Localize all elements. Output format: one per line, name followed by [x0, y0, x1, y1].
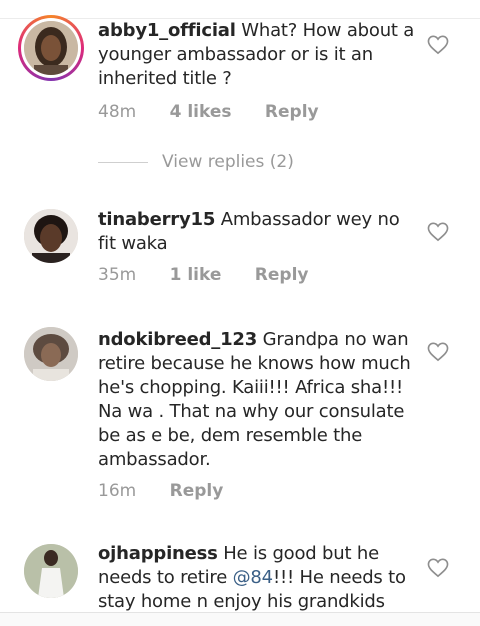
mention-link[interactable]: @84	[233, 567, 274, 588]
avatar-photo	[24, 21, 78, 75]
reply-button[interactable]: Reply	[170, 481, 224, 501]
avatar-story-ring[interactable]	[18, 15, 84, 81]
comment-text: ojhappiness He is good but he needs to r…	[98, 542, 416, 614]
like-button[interactable]	[427, 558, 449, 578]
comment-likes[interactable]: 4 likes	[170, 102, 232, 122]
like-button[interactable]	[427, 342, 449, 362]
heart-outline-icon	[427, 558, 449, 578]
comment-meta: 35m 1 like Reply	[98, 264, 337, 286]
comment-text: ndokibreed_123 Grandpa no wan retire bec…	[98, 328, 416, 472]
comment-likes[interactable]: 1 like	[170, 265, 222, 285]
avatar-photo	[24, 209, 78, 263]
comment-username[interactable]: abby1_official	[98, 20, 236, 41]
comment-username[interactable]: ndokibreed_123	[98, 329, 257, 350]
heart-outline-icon	[427, 35, 449, 55]
top-edge	[0, 0, 480, 19]
avatar[interactable]	[24, 21, 78, 75]
comment-username[interactable]: ojhappiness	[98, 543, 218, 564]
like-button[interactable]	[427, 222, 449, 242]
comment-text: abby1_official What? How about a younger…	[98, 19, 416, 91]
like-button[interactable]	[427, 35, 449, 55]
comment-text: tinaberry15 Ambassador wey no fit waka	[98, 208, 416, 256]
view-replies-label: View replies (2)	[162, 152, 294, 172]
comment-username[interactable]: tinaberry15	[98, 209, 215, 230]
comment-time: 48m	[98, 102, 137, 122]
view-replies-button[interactable]: View replies (2)	[98, 152, 294, 174]
reply-button[interactable]: Reply	[265, 102, 319, 122]
avatar[interactable]	[24, 544, 78, 598]
comment-body: Grandpa no wan retire because he knows h…	[98, 329, 411, 470]
heart-outline-icon	[427, 222, 449, 242]
comment-meta: 48m 4 likes Reply	[98, 101, 347, 123]
avatar[interactable]	[24, 327, 78, 381]
comment-meta: 16m Reply	[98, 480, 251, 502]
avatar-photo	[24, 327, 78, 381]
heart-outline-icon	[427, 342, 449, 362]
bottom-edge	[0, 612, 480, 626]
comment-time: 35m	[98, 265, 137, 285]
divider-line	[98, 161, 148, 163]
reply-button[interactable]: Reply	[255, 265, 309, 285]
comment-time: 16m	[98, 481, 137, 501]
avatar-photo	[24, 544, 78, 598]
avatar[interactable]	[24, 209, 78, 263]
